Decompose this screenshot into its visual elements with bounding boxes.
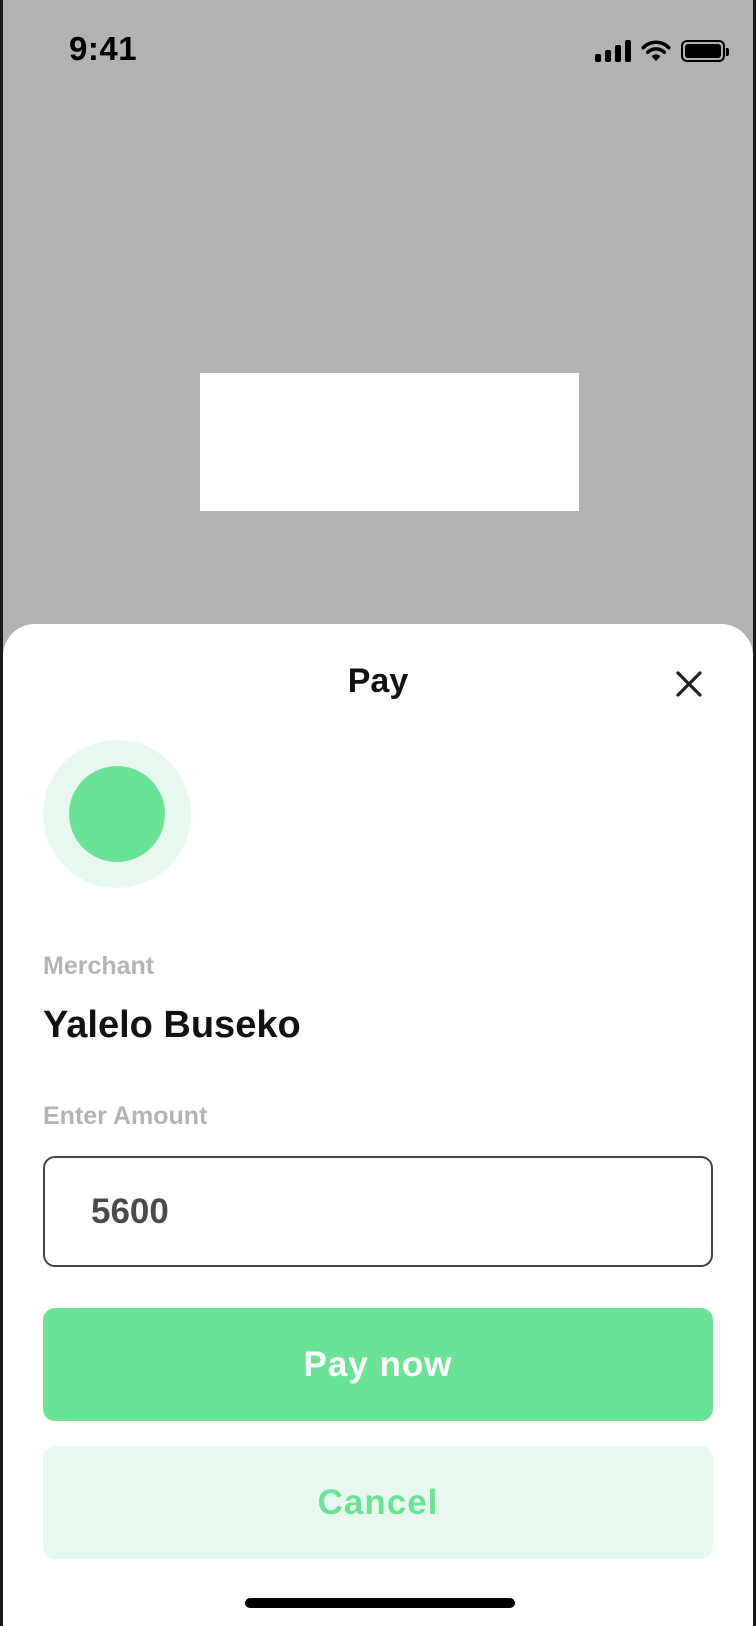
- pay-bottom-sheet: Pay Merchant Yalelo Buseko Enter Amount …: [3, 624, 753, 1626]
- pay-now-button[interactable]: Pay now: [43, 1308, 713, 1421]
- battery-icon: [681, 40, 729, 62]
- merchant-name: Yalelo Buseko: [43, 1004, 301, 1046]
- screen: 9:41 Pay Merchant Yalelo Buseko Enter Am…: [0, 0, 756, 1626]
- amount-label: Enter Amount: [43, 1102, 208, 1130]
- merchant-label: Merchant: [43, 952, 155, 980]
- cancel-button[interactable]: Cancel: [43, 1446, 713, 1559]
- status-bar: 9:41: [3, 0, 753, 100]
- amount-input[interactable]: [43, 1156, 713, 1267]
- signal-icon: [595, 40, 631, 62]
- status-icons: [595, 38, 729, 64]
- home-indicator: [245, 1598, 515, 1608]
- merchant-avatar: [43, 740, 191, 888]
- close-button[interactable]: [669, 664, 709, 704]
- wifi-icon: [641, 40, 671, 61]
- sheet-title: Pay: [347, 662, 409, 700]
- merchant-avatar-circle: [69, 766, 165, 862]
- close-icon: [676, 671, 702, 697]
- background-placeholder-image: [200, 373, 579, 511]
- status-time: 9:41: [69, 30, 138, 67]
